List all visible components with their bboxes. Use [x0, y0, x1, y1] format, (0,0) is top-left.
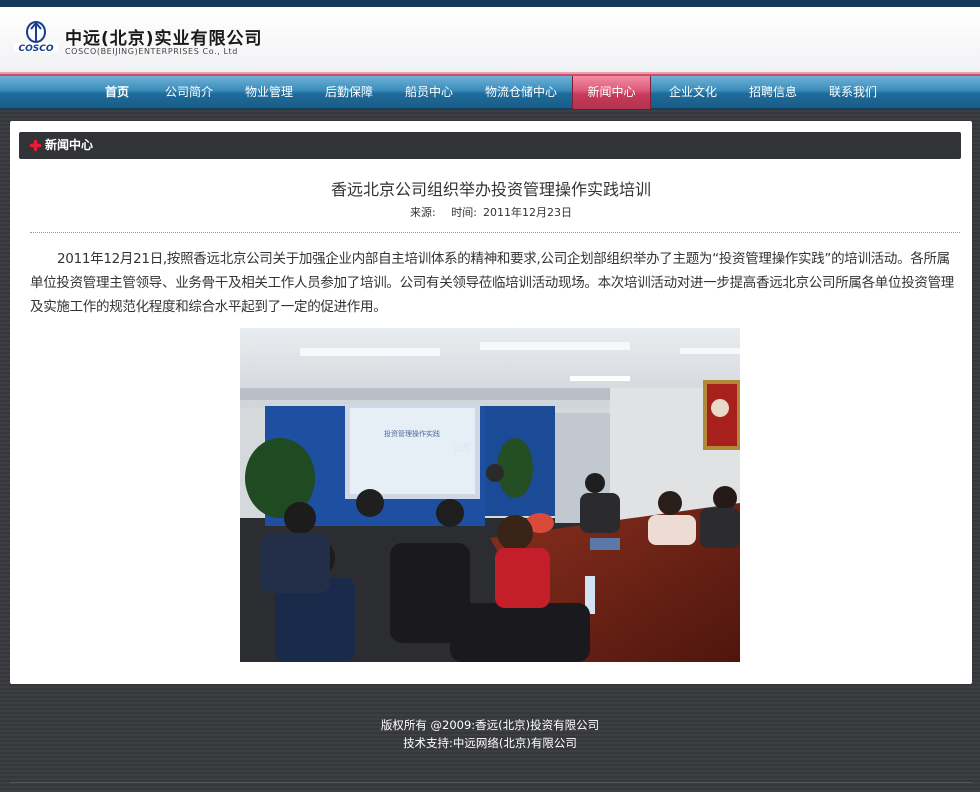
footer-support[interactable]: 技术支持:中远网络(北京)有限公司 [0, 734, 980, 752]
section-header: 新闻中心 [19, 132, 961, 159]
footer-bottom-line [10, 782, 972, 783]
article-body: 2011年12月21日,按照香远北京公司关于加强企业内部自主培训体系的精神和要求… [30, 251, 954, 315]
dotted-divider [30, 232, 960, 233]
nav-item-property[interactable]: 物业管理 [238, 76, 300, 109]
photo-screen-text: 投资管理操作实践 [384, 429, 440, 438]
time-value: 2011年12月23日 [482, 206, 572, 219]
nav-item-company-intro[interactable]: 公司简介 [158, 76, 220, 109]
nav-item-warehouse[interactable]: 物流仓储中心 [478, 76, 564, 109]
nav-item-contact[interactable]: 联系我们 [822, 76, 884, 109]
brand-name-english: COSCO(BEIJING)ENTERPRISES Co., Ltd [65, 47, 238, 56]
cosco-logo-icon[interactable]: COSCO [12, 19, 60, 55]
brand-name-chinese: 中远(北京)实业有限公司 [65, 29, 263, 49]
photo-wall-text: 公司 [453, 443, 471, 454]
logo-text: COSCO [19, 44, 54, 54]
site-header: COSCO 中远(北京)实业有限公司 COSCO(BEIJING)ENTERPR… [0, 7, 980, 72]
source-label: 来源: [410, 206, 436, 219]
footer-copyright: 版权所有 @2009:香远(北京)投资有限公司 [380, 718, 600, 732]
nav-item-news-center[interactable]: 新闻中心 [572, 76, 651, 109]
top-accent-bar [0, 0, 980, 7]
content-panel: 新闻中心 香远北京公司组织举办投资管理操作实践培训 来源: 时间: 2011年12… [10, 121, 972, 684]
article-meta: 来源: 时间: 2011年12月23日 [10, 204, 972, 220]
nav-item-recruitment[interactable]: 招聘信息 [742, 76, 804, 109]
main-navigation: 首页 公司简介 物业管理 后勤保障 船员中心 物流仓储中心 新闻中心 企业文化 … [0, 76, 980, 109]
nav-item-logistics-support[interactable]: 后勤保障 [318, 76, 380, 109]
red-cross-icon [30, 140, 41, 151]
site-footer: 版权所有 @2009:香远(北京)投资有限公司 技术支持:中远网络(北京)有限公… [0, 716, 980, 752]
nav-item-home[interactable]: 首页 [97, 76, 137, 109]
nav-item-culture[interactable]: 企业文化 [662, 76, 724, 109]
article-title: 香远北京公司组织举办投资管理操作实践培训 [330, 180, 651, 199]
training-photo: 投资管理操作实践 公司 [240, 328, 740, 662]
time-label: 时间: [451, 206, 477, 219]
nav-item-crew-center[interactable]: 船员中心 [398, 76, 460, 109]
section-title: 新闻中心 [45, 138, 94, 152]
